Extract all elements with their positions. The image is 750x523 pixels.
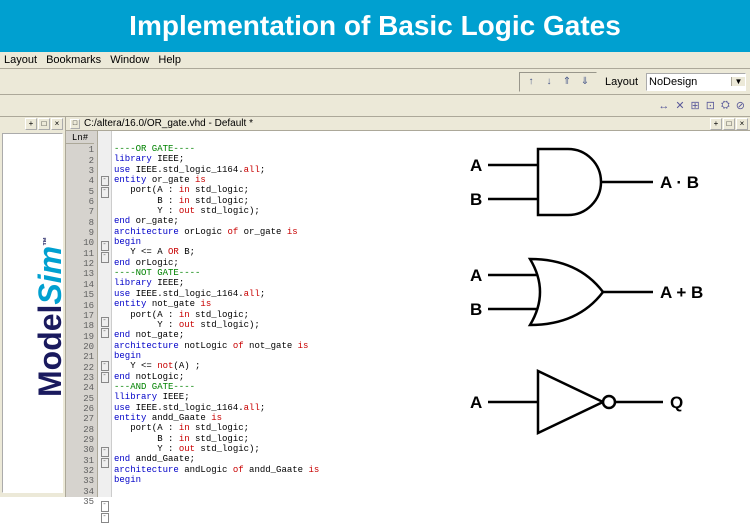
editor-file-path: C:/altera/16.0/OR_gate.vhd - Default * bbox=[84, 118, 253, 129]
editor-tab-close-icon[interactable]: □ bbox=[70, 119, 80, 129]
toolbar-secondary: ↔ ✕ ⊞ ⊡ ⛭ ⊘ bbox=[0, 95, 750, 117]
nav-up-icon[interactable]: ↑ bbox=[523, 74, 539, 90]
and-gate: A B A · B bbox=[468, 137, 738, 227]
editor-close-icon[interactable]: × bbox=[736, 118, 748, 130]
banner-title: Implementation of Basic Logic Gates bbox=[129, 10, 621, 41]
layout-value: NoDesign bbox=[649, 76, 697, 88]
fold-toggle-icon[interactable]: - bbox=[101, 372, 109, 382]
and-in-b: B bbox=[470, 190, 482, 210]
line-gutter: Ln# 123456789101112131415161718192021222… bbox=[66, 131, 98, 497]
fold-toggle-icon[interactable]: - bbox=[101, 513, 109, 523]
tool-close-icon[interactable]: ✕ bbox=[674, 99, 685, 112]
toolbar-primary: ↑ ↓ ⇑ ⇓ Layout NoDesign ▼ bbox=[0, 69, 750, 95]
fold-toggle-icon[interactable]: - bbox=[101, 187, 109, 197]
pane-max-icon[interactable]: □ bbox=[38, 118, 50, 130]
editor-titlebar: □ C:/altera/16.0/OR_gate.vhd - Default *… bbox=[66, 117, 750, 131]
fold-toggle-icon[interactable]: - bbox=[101, 176, 109, 186]
tool-disable-icon[interactable]: ⊘ bbox=[735, 99, 746, 112]
modelsim-logo: ModelSim™ bbox=[32, 237, 69, 397]
nav-down-icon[interactable]: ↓ bbox=[541, 74, 557, 90]
menu-layout[interactable]: Layout bbox=[4, 54, 37, 66]
and-out: A · B bbox=[660, 173, 699, 193]
menu-bookmarks[interactable]: Bookmarks bbox=[46, 54, 101, 66]
main-area: + □ × ModelSim™ □ C:/altera/16.0/OR_gate… bbox=[0, 117, 750, 497]
nav-bottom-icon[interactable]: ⇓ bbox=[577, 74, 593, 90]
not-in-a: A bbox=[470, 393, 482, 413]
nav-group: ↑ ↓ ⇑ ⇓ bbox=[519, 72, 597, 92]
or-out: A + B bbox=[660, 283, 703, 303]
editor-max-icon[interactable]: □ bbox=[723, 118, 735, 130]
menu-help[interactable]: Help bbox=[158, 54, 181, 66]
gates-diagram: A B A · B A B A + B bbox=[468, 137, 738, 467]
fold-toggle-icon[interactable]: - bbox=[101, 241, 109, 251]
and-in-a: A bbox=[470, 156, 482, 176]
nav-top-icon[interactable]: ⇑ bbox=[559, 74, 575, 90]
fold-toggle-icon[interactable]: - bbox=[101, 501, 109, 511]
tool-gear-icon[interactable]: ⛭ bbox=[720, 99, 731, 112]
or-gate: A B A + B bbox=[468, 247, 738, 337]
fold-toggle-icon[interactable]: - bbox=[101, 252, 109, 262]
page-banner: Implementation of Basic Logic Gates bbox=[0, 0, 750, 52]
fold-toggle-icon[interactable]: - bbox=[101, 447, 109, 457]
fold-toggle-icon[interactable]: - bbox=[101, 317, 109, 327]
tool-resize-icon[interactable]: ↔ bbox=[657, 100, 670, 112]
tool-grid-icon[interactable]: ⊞ bbox=[690, 99, 701, 112]
layout-select[interactable]: NoDesign ▼ bbox=[646, 73, 746, 91]
dropdown-arrow-icon: ▼ bbox=[731, 77, 745, 86]
tool-box-icon[interactable]: ⊡ bbox=[705, 99, 716, 112]
layout-label: Layout bbox=[605, 76, 638, 88]
fold-toggle-icon[interactable]: - bbox=[101, 328, 109, 338]
code-editor: □ C:/altera/16.0/OR_gate.vhd - Default *… bbox=[66, 117, 750, 497]
pane-controls: + □ × bbox=[25, 118, 63, 130]
editor-dock-icon[interactable]: + bbox=[710, 118, 722, 130]
not-gate: A Q bbox=[468, 357, 738, 447]
editor-controls: + □ × bbox=[710, 118, 748, 130]
menu-window[interactable]: Window bbox=[110, 54, 149, 66]
or-in-b: B bbox=[470, 300, 482, 320]
pane-close-icon[interactable]: × bbox=[51, 118, 63, 130]
gutter-header: Ln# bbox=[66, 133, 94, 144]
pane-dock-icon[interactable]: + bbox=[25, 118, 37, 130]
fold-column: ------------ bbox=[98, 131, 112, 497]
logo-part2: Sim bbox=[32, 246, 68, 305]
fold-toggle-icon[interactable]: - bbox=[101, 361, 109, 371]
not-out: Q bbox=[670, 393, 683, 413]
fold-toggle-icon[interactable]: - bbox=[101, 458, 109, 468]
not-gate-svg bbox=[468, 357, 738, 447]
or-in-a: A bbox=[470, 266, 482, 286]
menubar: Layout Bookmarks Window Help bbox=[0, 52, 750, 69]
code-line[interactable]: begin bbox=[114, 475, 748, 485]
logo-part1: Model bbox=[32, 305, 68, 397]
logo-tm: ™ bbox=[41, 237, 51, 246]
